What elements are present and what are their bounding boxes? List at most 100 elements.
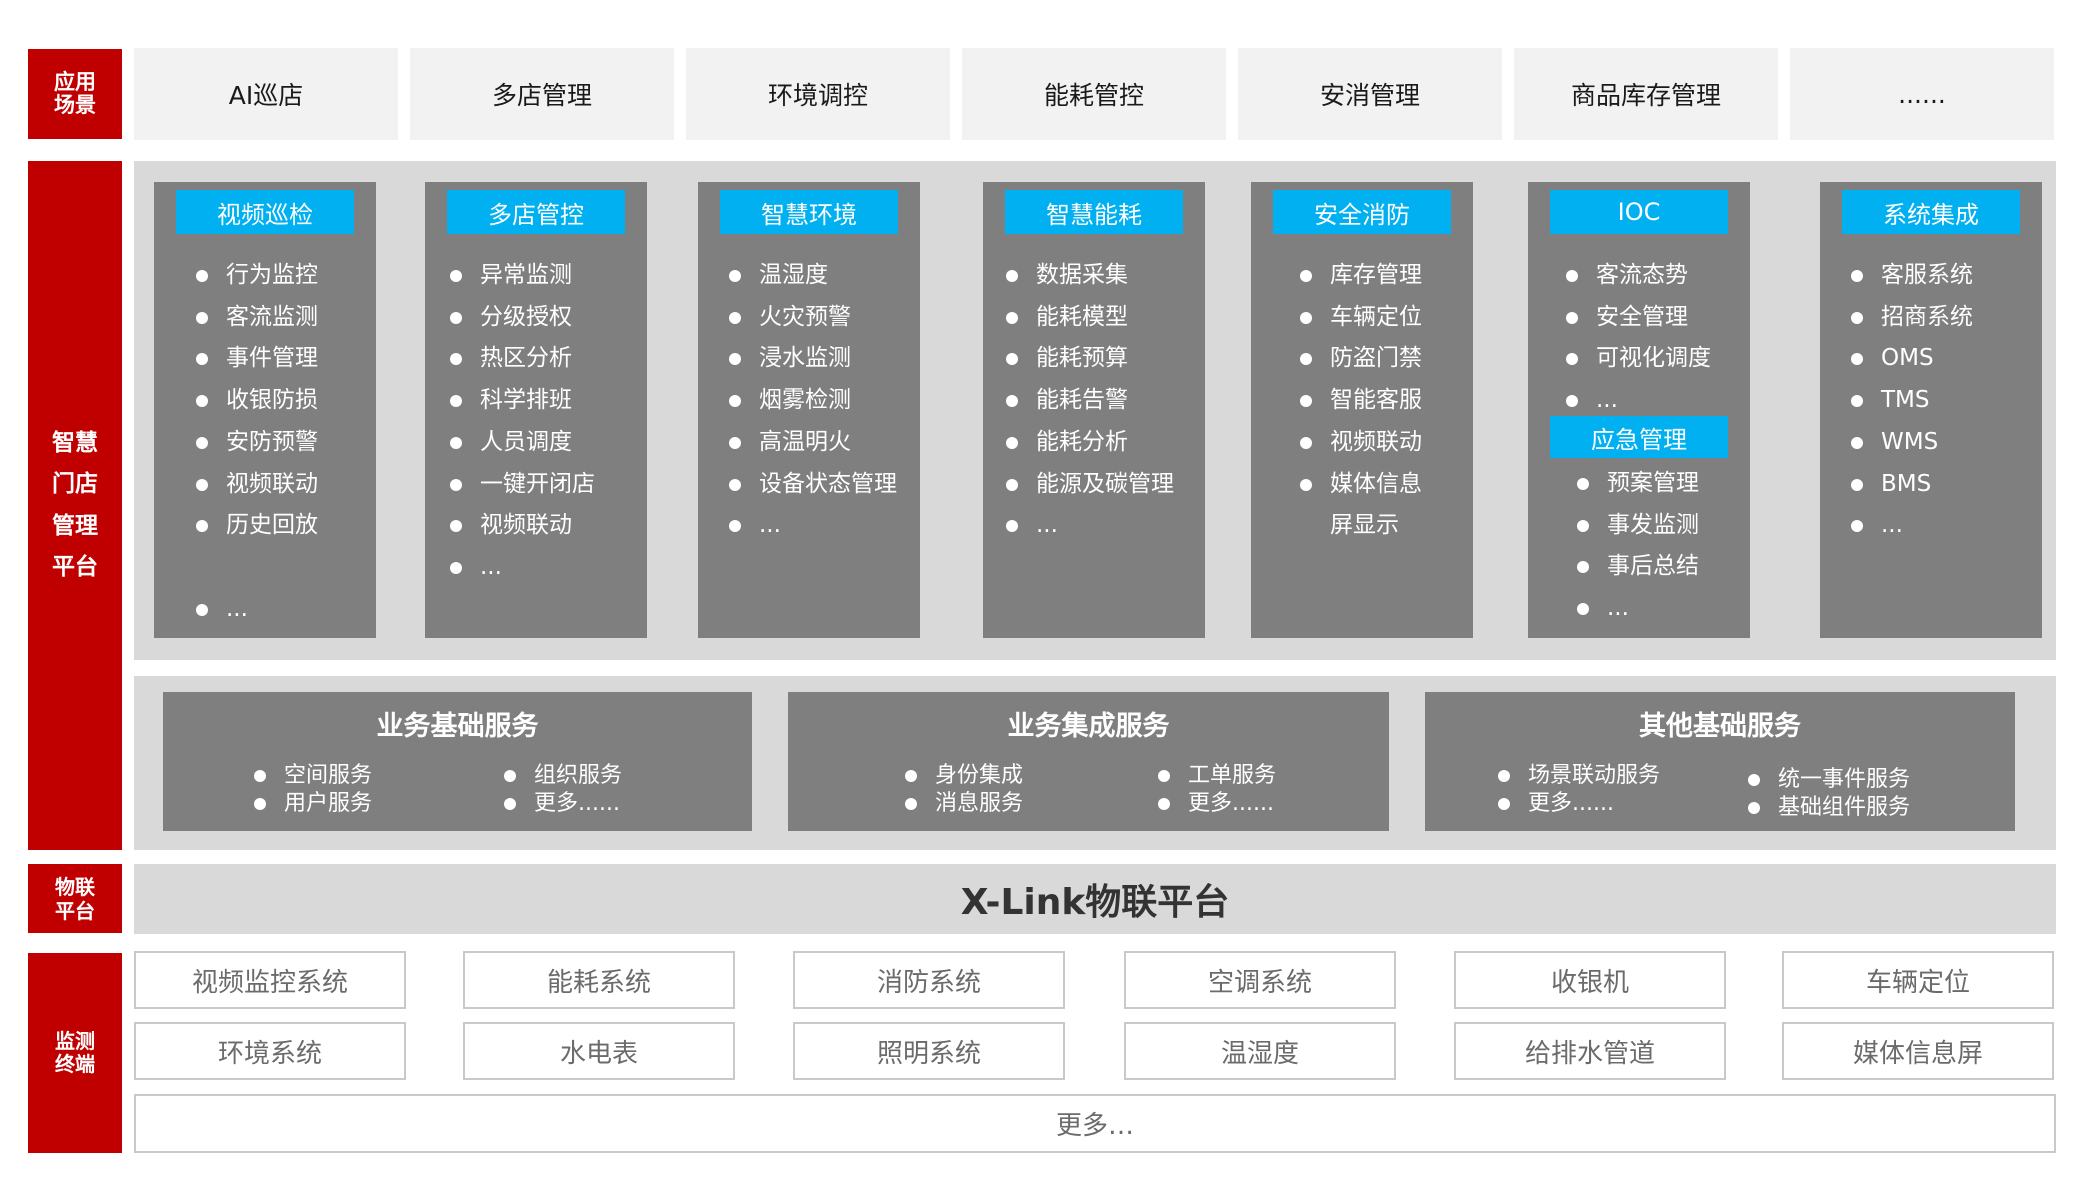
module-item: 能耗告警 [1006,380,1174,422]
module-item-list: 客服系统 招商系统 OMS TMS WMS BMS ... [1851,255,1973,547]
service-basic: 业务基础服务 空间服务 用户服务 组织服务 更多...... [163,692,752,831]
module-item: OMS [1851,338,1973,380]
module-title: IOC [1550,190,1728,234]
module-item: 一键开闭店 [450,464,595,506]
service-item-list: 身份集成 消息服务 [905,762,1023,818]
terminal-box: 给排水管道 [1454,1022,1726,1080]
label-line: 智慧 [52,429,98,456]
label-line: 平台 [52,554,98,580]
module-item: 事发监测 [1577,505,1699,547]
service-item-list: 组织服务 更多...... [504,762,622,818]
module-item: 客服系统 [1851,255,1973,297]
scenario-cell: 安消管理 [1238,48,1502,140]
module-item: 视频联动 [450,505,595,547]
module-item: 可视化调度 [1566,338,1711,380]
module-item: ... [1006,505,1174,547]
module-item: ... [450,547,595,589]
service-integration: 业务集成服务 身份集成 消息服务 工单服务 更多...... [788,692,1389,831]
module-item: TMS [1851,380,1973,422]
module-item: 事件管理 [196,338,318,380]
module-item: 科学排班 [450,380,595,422]
module-item: 分级授权 [450,297,595,339]
module-item-list: 客流态势 安全管理 可视化调度 ... [1566,255,1711,422]
module-item: 预案管理 [1577,463,1699,505]
module-subitem-list: 预案管理 事发监测 事后总结 ... [1577,463,1699,630]
module-subtitle: 应急管理 [1550,416,1728,458]
service-item: 组织服务 [504,762,622,790]
service-item-list: 统一事件服务 基础组件服务 [1748,766,1910,822]
module-item: 视频联动 [1300,422,1431,464]
terminal-box: 收银机 [1454,951,1726,1009]
service-other: 其他基础服务 场景联动服务 更多...... 统一事件服务 基础组件服务 [1425,692,2015,831]
module-item: 客流态势 [1566,255,1711,297]
service-item: 消息服务 [905,790,1023,818]
module-title: 智慧能耗 [1005,190,1183,234]
label-line: 场景 [54,93,96,117]
module-smart-environment: 智慧环境 温湿度 火灾预警 浸水监测 烟雾检测 高温明火 设备状态管理 ... [698,182,920,638]
module-item: 媒体信息屏显示 [1300,464,1431,547]
terminal-box: 照明系统 [793,1022,1065,1080]
label-line: 管理 [52,512,98,539]
module-item: 行为监控 [196,255,318,297]
terminal-box: 视频监控系统 [134,951,406,1009]
iot-platform-bar: X-Link物联平台 [134,864,2056,934]
module-item: 能耗分析 [1006,422,1174,464]
module-smart-energy: 智慧能耗 数据采集 能耗模型 能耗预算 能耗告警 能耗分析 能源及碳管理 ... [983,182,1205,638]
terminal-more-box: 更多… [134,1094,2056,1153]
module-multi-store: 多店管控 异常监测 分级授权 热区分析 科学排班 人员调度 一键开闭店 视频联动… [425,182,647,638]
service-item: 用户服务 [254,790,372,818]
module-safety-fire: 安全消防 库存管理 车辆定位 防盗门禁 智能客服 视频联动 媒体信息屏显示 [1251,182,1473,638]
service-item: 统一事件服务 [1748,766,1910,794]
terminal-box: 环境系统 [134,1022,406,1080]
module-item-list: 行为监控 客流监测 事件管理 收银防损 安防预警 视频联动 历史回放 ... [196,255,318,630]
service-item: 更多...... [504,790,622,818]
module-item: 火灾预警 [729,297,897,339]
terminal-box: 空调系统 [1124,951,1396,1009]
service-title: 业务集成服务 [1007,711,1170,742]
module-item-text: 媒体信息屏显示 [1330,470,1422,539]
service-item: 场景联动服务 [1498,762,1660,790]
module-item: 数据采集 [1006,255,1174,297]
module-video-patrol: 视频巡检 行为监控 客流监测 事件管理 收银防损 安防预警 视频联动 历史回放 … [154,182,376,638]
module-item: 浸水监测 [729,338,897,380]
module-item: 客流监测 [196,297,318,339]
module-title: 智慧环境 [720,190,898,234]
service-item: 空间服务 [254,762,372,790]
service-title: 业务基础服务 [376,711,539,742]
module-item: BMS [1851,464,1973,506]
module-item: ... [1577,588,1699,630]
module-item: 视频联动 [196,464,318,506]
scenario-cell: 商品库存管理 [1514,48,1778,140]
scenario-cell: 能耗管控 [962,48,1226,140]
layer-label-platform: 智慧 门店 管理 平台 [28,161,122,850]
terminal-box: 能耗系统 [463,951,735,1009]
terminal-box: 水电表 [463,1022,735,1080]
module-item: 招商系统 [1851,297,1973,339]
module-ioc: IOC 客流态势 安全管理 可视化调度 ... 应急管理 预案管理 事发监测 事… [1528,182,1750,638]
label-line: 门店 [52,471,98,497]
module-title: 视频巡检 [176,190,354,234]
module-item: 安全管理 [1566,297,1711,339]
service-item: 身份集成 [905,762,1023,790]
scenario-cell: ...... [1790,48,2054,140]
module-item: 能耗预算 [1006,338,1174,380]
module-title: 系统集成 [1842,190,2020,234]
scenario-cell: 环境调控 [686,48,950,140]
module-item-list: 库存管理 车辆定位 防盗门禁 智能客服 视频联动 媒体信息屏显示 [1300,255,1431,547]
terminal-box: 媒体信息屏 [1782,1022,2054,1080]
service-item-list: 场景联动服务 更多...... [1498,762,1660,818]
module-item: 设备状态管理 [729,464,897,506]
module-item: 安防预警 [196,422,318,464]
layer-label-terminals: 监测 终端 [28,953,122,1153]
scenario-cell: 多店管理 [410,48,674,140]
module-item: 历史回放 [196,505,318,547]
module-item: 高温明火 [729,422,897,464]
layer-label-iot: 物联 平台 [28,864,122,933]
module-item: 收银防损 [196,380,318,422]
module-item: WMS [1851,422,1973,464]
terminal-box: 车辆定位 [1782,951,2054,1009]
scenario-cell: AI巡店 [134,48,398,140]
module-item-list: 数据采集 能耗模型 能耗预算 能耗告警 能耗分析 能源及碳管理 ... [1006,255,1174,547]
iot-platform-title: X-Link物联平台 [960,882,1230,923]
module-item: ... [196,589,318,631]
